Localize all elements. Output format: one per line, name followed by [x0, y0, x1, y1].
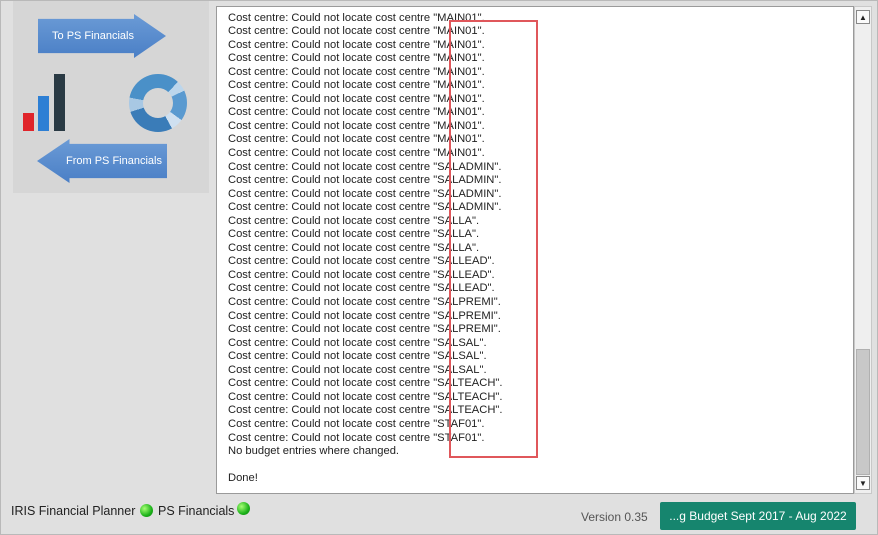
app-name-label: IRIS Financial Planner — [11, 504, 136, 518]
bar-chart-icon-red-bar — [23, 113, 34, 131]
bar-chart-icon — [23, 71, 83, 131]
loading-spinner-icon — [129, 74, 187, 132]
to-ps-financials-button[interactable]: To PS Financials — [38, 14, 166, 58]
bar-chart-icon-dark-bar — [54, 74, 65, 131]
log-line: Done! — [228, 472, 258, 485]
status-bar: IRIS Financial Planner PS Financials Ver… — [1, 496, 877, 534]
log-line: Cost centre: Could not locate cost centr… — [228, 7, 503, 12]
scroll-thumb[interactable] — [856, 349, 870, 475]
from-ps-financials-button[interactable]: From PS Financials — [37, 139, 167, 183]
scroll-down-arrow-icon[interactable]: ▼ — [856, 476, 870, 490]
bar-chart-icon-blue-bar — [38, 96, 49, 131]
log-output[interactable]: Cost centre: Could not locate cost centr… — [216, 6, 854, 494]
highlight-box — [449, 20, 538, 458]
budget-selector-button[interactable]: ...g Budget Sept 2017 - Aug 2022 — [660, 502, 856, 530]
connection-status-indicator-icon — [237, 502, 250, 515]
connection-label: PS Financials — [158, 504, 235, 518]
app-status-indicator-icon — [140, 504, 153, 517]
from-ps-financials-label: From PS Financials — [66, 155, 162, 167]
scroll-up-arrow-icon[interactable]: ▲ — [856, 10, 870, 24]
app-window: To PS Financials From PS Financials Cost… — [0, 0, 878, 535]
log-scrollbar[interactable]: ▲ ▼ — [854, 6, 872, 494]
version-label: Version 0.35 — [581, 510, 648, 524]
budget-selector-label: ...g Budget Sept 2017 - Aug 2022 — [669, 509, 847, 523]
sync-panel: To PS Financials From PS Financials — [13, 1, 209, 193]
to-ps-financials-label: To PS Financials — [52, 30, 134, 42]
